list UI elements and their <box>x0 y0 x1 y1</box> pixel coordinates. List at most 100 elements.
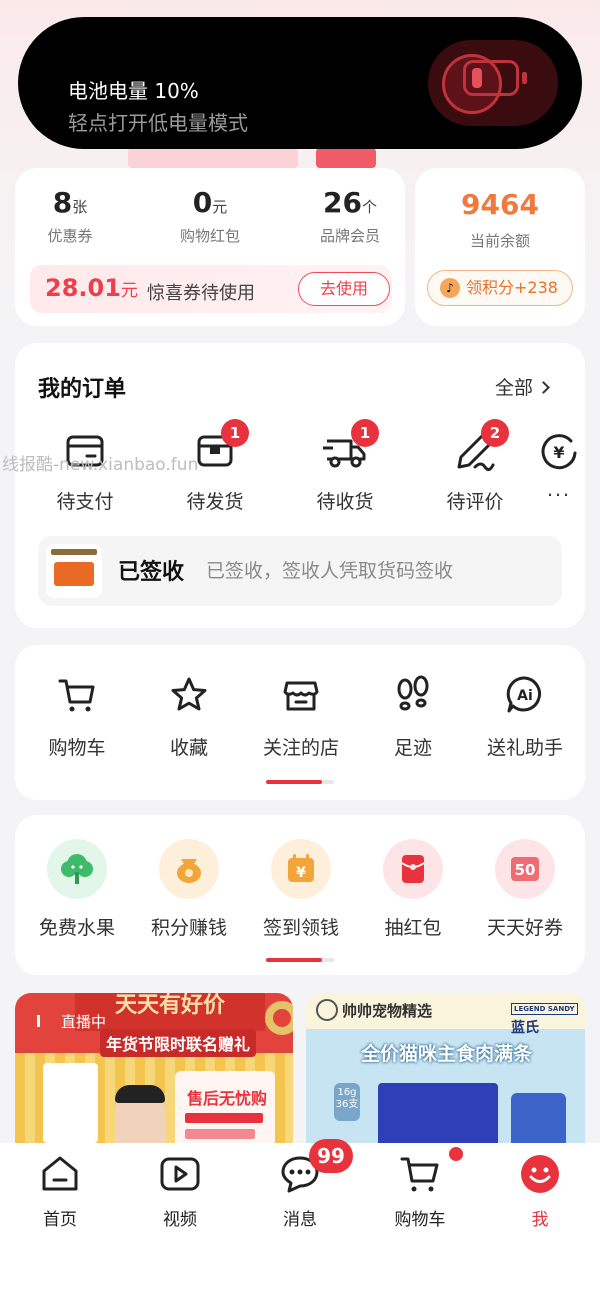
stat-label: 品牌会员 <box>319 227 380 245</box>
service-checkin[interactable]: ¥ 签到领钱 <box>241 839 361 940</box>
stat-brand-memberships[interactable]: 26个 品牌会员 <box>295 186 405 246</box>
stat-value: 26 <box>323 186 362 219</box>
nav-cart[interactable]: 购物车 <box>360 1147 480 1230</box>
tools-card: 购物车 收藏 关注的店 足迹 Ai 送礼助手 <box>15 645 585 800</box>
badge-count: 2 <box>481 419 509 447</box>
service-free-fruit[interactable]: 免费水果 <box>17 839 137 940</box>
badge-count: 1 <box>351 419 379 447</box>
shop-name: 帅帅宠物精选 <box>342 1002 433 1020</box>
header-promo-pill <box>128 148 298 168</box>
nav-home[interactable]: 首页 <box>0 1153 120 1230</box>
promo-info-card: 售后无忧购 <box>175 1071 275 1148</box>
shop-logo-icon <box>316 999 338 1021</box>
bottom-navigation: 首页 视频 99 消息 购物车 我 <box>0 1139 600 1299</box>
pet-food-promo[interactable]: 帅帅宠物精选 LEGEND SANDY蓝氏 全价猫咪主食肉满条 16g 36支 <box>306 993 585 1148</box>
shop-icon <box>281 675 321 715</box>
calendar-yuan-icon: ¥ <box>271 839 331 899</box>
promo-card-title: 售后无忧购 <box>187 1089 268 1108</box>
latest-shipment-status[interactable]: 已签收 已签收，签收人凭取货码签收 <box>38 536 562 606</box>
stat-value: 8 <box>52 186 73 219</box>
ai-gift-icon: Ai <box>505 675 545 715</box>
service-label: 免费水果 <box>38 917 115 939</box>
product-thumbnail <box>46 544 102 598</box>
svg-text:Ai: Ai <box>517 688 533 704</box>
live-bars-icon <box>37 1015 49 1027</box>
points-label: 当前余额 <box>469 232 530 250</box>
order-pending-receipt[interactable]: 1 待收货 <box>285 419 405 514</box>
live-stream-promo[interactable]: 天天有好价 直播中 年货节限时联名赠礼 售后无忧购 <box>15 993 293 1148</box>
nav-me[interactable]: 我 <box>480 1153 600 1230</box>
service-points-earn[interactable]: 积分赚钱 <box>129 839 249 940</box>
nav-label: 消息 <box>283 1210 317 1230</box>
badge-count: 1 <box>221 419 249 447</box>
orders-title: 我的订单 <box>38 377 127 402</box>
notification-title: 电池电量 10% <box>68 79 199 103</box>
refund-yuan-icon: ¥ <box>539 431 579 471</box>
nav-label: 视频 <box>163 1210 197 1230</box>
earn-points-button[interactable]: ♪ 领积分+238 <box>427 270 573 306</box>
promo-subtitle: 年货节限时联名赠礼 <box>100 1029 257 1057</box>
service-label: 签到领钱 <box>262 917 339 939</box>
watermark-text: 线报酷-new.xianbao.fun <box>2 455 199 475</box>
stat-unit: 元 <box>212 198 228 216</box>
nav-video[interactable]: 视频 <box>120 1153 240 1230</box>
package-box-icon: 1 <box>193 419 249 471</box>
points-balance[interactable]: 9464 <box>415 188 585 221</box>
service-red-envelope[interactable]: 抽红包 <box>353 839 473 940</box>
streamer-image <box>115 1085 165 1148</box>
promo-slogan: 全价猫咪主食肉满条 <box>361 1043 533 1065</box>
page-indicator <box>266 958 334 962</box>
tool-followed-shops[interactable]: 关注的店 <box>241 675 361 760</box>
tool-label: 收藏 <box>169 737 208 759</box>
notification-subtitle: 轻点打开低电量模式 <box>68 111 248 135</box>
home-icon <box>39 1153 81 1195</box>
chevron-right-icon <box>537 381 550 394</box>
tiktok-icon: ♪ <box>440 278 460 298</box>
tool-label: 足迹 <box>393 737 432 759</box>
use-coupon-button[interactable]: 去使用 <box>298 272 390 306</box>
decorative-ring <box>265 1001 293 1035</box>
service-label: 抽红包 <box>384 917 442 939</box>
nav-messages[interactable]: 99 消息 <box>240 1139 360 1230</box>
low-battery-notification[interactable]: 电池电量 10% 轻点打开低电量模式 <box>18 17 582 149</box>
tool-favorites[interactable]: 收藏 <box>129 675 249 760</box>
promo-header: 帅帅宠物精选 LEGEND SANDY蓝氏 <box>306 993 585 1036</box>
stat-label: 优惠券 <box>47 227 93 245</box>
cart-icon <box>57 675 97 715</box>
tool-label: 送礼助手 <box>486 737 563 759</box>
battery-low-icon <box>428 40 558 126</box>
service-label: 积分赚钱 <box>150 917 227 939</box>
tool-footprints[interactable]: 足迹 <box>353 675 473 760</box>
tool-cart[interactable]: 购物车 <box>17 675 137 760</box>
message-count-badge: 99 <box>309 1139 353 1173</box>
star-icon <box>169 675 209 715</box>
earn-points-label: 领积分+238 <box>466 278 558 297</box>
svg-text:¥: ¥ <box>553 443 564 462</box>
stat-label: 购物红包 <box>179 227 240 245</box>
points-card: 9464 当前余额 ♪ 领积分+238 <box>415 168 585 326</box>
stat-coupons[interactable]: 8张 优惠券 <box>15 186 125 246</box>
money-bag-icon <box>159 839 219 899</box>
service-daily-coupons[interactable]: 50 天天好券 <box>465 839 585 940</box>
services-card: 免费水果 积分赚钱 ¥ 签到领钱 抽红包 50 天天好券 <box>15 815 585 975</box>
shipment-status: 已签收 <box>118 560 185 585</box>
tool-gift-assistant[interactable]: Ai 送礼助手 <box>465 675 585 760</box>
product-pouch-image <box>511 1093 566 1148</box>
product-image <box>43 1063 98 1143</box>
cart-icon <box>399 1147 463 1195</box>
order-refund-more[interactable]: ¥ ... <box>539 431 579 501</box>
page-indicator <box>266 780 334 784</box>
svg-text:50: 50 <box>515 861 536 879</box>
order-pending-review[interactable]: 2 待评价 <box>415 419 535 514</box>
wallet-card: 8张 优惠券 0元 购物红包 26个 品牌会员 28.01元 惊喜券待使用 去使… <box>15 168 405 326</box>
stat-red-packets[interactable]: 0元 购物红包 <box>155 186 265 246</box>
partner-brand: LEGEND SANDY蓝氏 <box>511 1001 585 1037</box>
footprints-icon <box>393 675 433 715</box>
surprise-coupon-strip[interactable]: 28.01元 惊喜券待使用 去使用 <box>30 265 392 313</box>
coupon-50-icon: 50 <box>495 839 555 899</box>
video-play-icon <box>159 1153 201 1195</box>
delivery-truck-icon: 1 <box>323 419 379 471</box>
view-all-orders-link[interactable]: 全部 <box>495 373 550 400</box>
red-envelope-icon <box>383 839 443 899</box>
chat-bubble-icon: 99 <box>279 1139 353 1195</box>
